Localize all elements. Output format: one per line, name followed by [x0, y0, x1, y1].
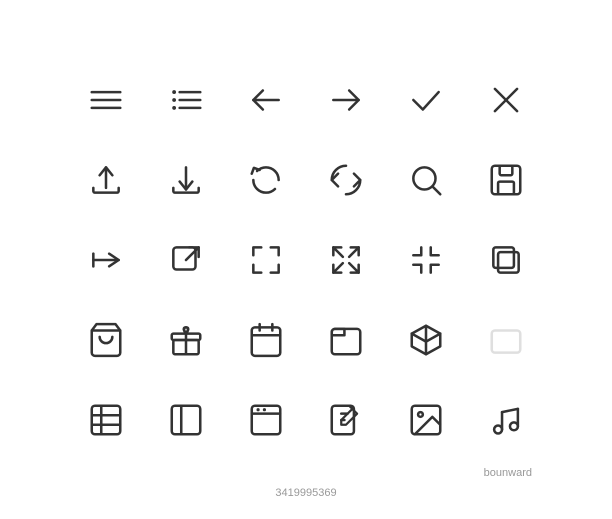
panel-icon: [146, 380, 226, 460]
refresh-icon: [226, 140, 306, 220]
browser-icon: [226, 380, 306, 460]
layers-icon: [466, 220, 546, 300]
watermark-text: bounward: [484, 467, 532, 479]
download-icon: [146, 140, 226, 220]
search-icon: [386, 140, 466, 220]
placeholder-icon: [466, 300, 546, 380]
sync-icon: [306, 140, 386, 220]
upload-icon: [66, 140, 146, 220]
edit-icon: [306, 380, 386, 460]
shopping-bag-icon: [66, 300, 146, 380]
box-3d-icon: [386, 300, 466, 380]
image-icon: [386, 380, 466, 460]
arrow-right-icon: [306, 60, 386, 140]
icon-grid: [66, 60, 546, 460]
gift-icon: [146, 300, 226, 380]
tab-icon: [306, 300, 386, 380]
table-icon: [66, 380, 146, 460]
external-link-icon: [146, 220, 226, 300]
close-icon: [466, 60, 546, 140]
list-icon: [146, 60, 226, 140]
save-icon: [466, 140, 546, 220]
expand-small-icon: [226, 220, 306, 300]
arrow-left-icon: [226, 60, 306, 140]
compress-icon: [386, 220, 466, 300]
expand-icon: [306, 220, 386, 300]
getty-id-text: 3419995369: [275, 487, 336, 499]
music-icon: [466, 380, 546, 460]
share-icon: [66, 220, 146, 300]
check-icon: [386, 60, 466, 140]
calendar-icon: [226, 300, 306, 380]
hamburger-menu-icon: [66, 60, 146, 140]
